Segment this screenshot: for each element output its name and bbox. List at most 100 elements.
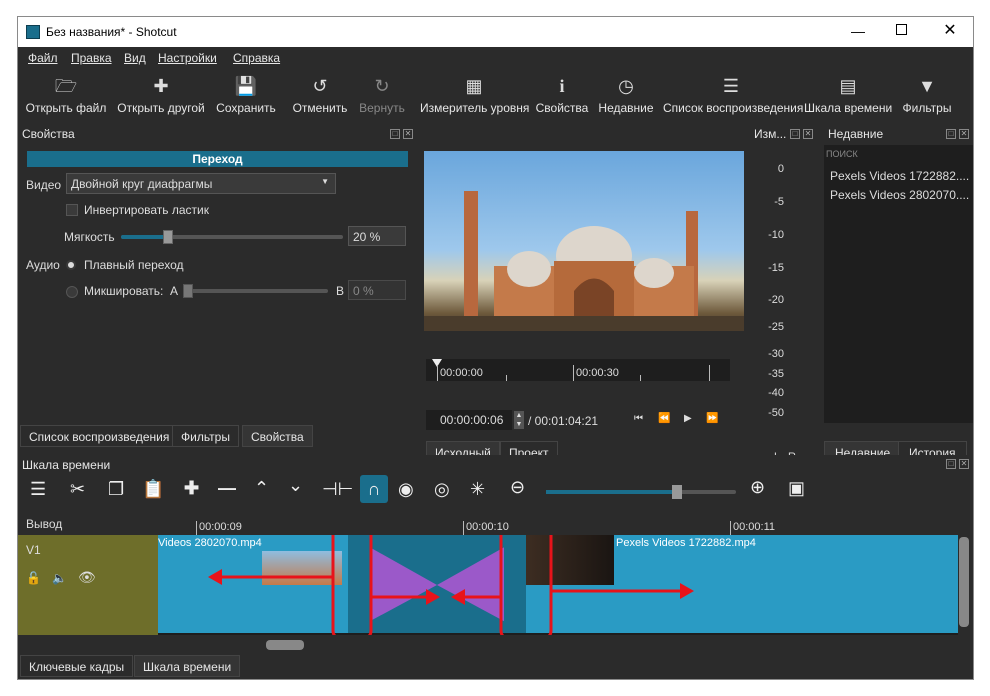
meter-scale-label: -50 <box>768 407 784 419</box>
recent-item[interactable]: Pexels Videos 1722882.... <box>830 169 969 183</box>
mix-spinbox[interactable]: 0 % <box>348 280 406 300</box>
zoom-slider-handle[interactable] <box>672 485 682 499</box>
timeline-hscrollbar[interactable] <box>158 638 958 650</box>
softness-spinbox[interactable]: 20 % <box>348 226 406 246</box>
menu-edit[interactable]: Правка <box>71 51 112 65</box>
lift-icon[interactable]: ⌃ <box>254 478 269 499</box>
menu-view[interactable]: Вид <box>124 51 146 65</box>
dock-close-icon[interactable]: ✕ <box>959 459 969 469</box>
track-v1: Videos 2802070.mp4 Pexels Videos 1722882… <box>158 535 958 635</box>
timeline-ruler[interactable]: 00:00:09 00:00:10 00:00:11 <box>158 513 958 535</box>
current-time-field[interactable]: 00:00:00:06 <box>426 410 512 430</box>
zoom-in-icon[interactable]: ⊕ <box>750 477 765 498</box>
copy-icon[interactable]: ❐ <box>108 479 124 500</box>
filters-button[interactable]: ▼ Фильтры <box>896 73 958 121</box>
timeline-button[interactable]: ▤ Шкала времени <box>804 73 892 121</box>
scrub-icon[interactable]: ◉ <box>398 479 414 500</box>
mix-radio[interactable] <box>66 286 78 298</box>
playlist-button[interactable]: ☰ Список воспроизведения <box>663 73 803 121</box>
remove-icon[interactable]: — <box>218 478 236 499</box>
mix-a-label: A <box>170 284 179 298</box>
dock-close-icon[interactable]: ✕ <box>403 129 413 139</box>
menu-icon[interactable]: ☰ <box>30 479 46 500</box>
hscroll-handle[interactable] <box>266 640 304 650</box>
rewind-button[interactable]: ⏪ <box>658 413 670 424</box>
meter-scale-label: -40 <box>768 387 784 399</box>
total-time: / 00:01:04:21 <box>528 414 599 428</box>
softness-value: 20 % <box>353 230 381 244</box>
eye-icon[interactable]: 👁 <box>78 569 96 586</box>
mute-icon[interactable]: 🔈 <box>52 571 67 585</box>
lock-icon[interactable]: 🔓 <box>26 571 41 585</box>
close-button[interactable]: ✕ <box>940 20 960 40</box>
audio-label: Аудио <box>26 258 60 272</box>
search-placeholder: поиск <box>826 149 858 159</box>
invert-checkbox[interactable] <box>66 204 78 216</box>
timeline-toolbar: ☰ ✂ ❐ 📋 ✚ — ⌃ ⌄ ⊣⊢ ∩ ◉ ◎ ✳ ⊖ ⊕ ▣ <box>18 475 973 507</box>
mosque-image <box>424 191 744 331</box>
time-spin-icon[interactable]: ▲ ▼ <box>514 411 524 429</box>
save-button[interactable]: 💾 Сохранить <box>214 73 278 121</box>
tab-properties[interactable]: Свойства <box>242 425 313 447</box>
menu-file[interactable]: Файл <box>28 51 58 65</box>
properties-title: Свойства <box>22 127 75 141</box>
zoom-slider[interactable] <box>546 485 736 499</box>
paste-icon[interactable]: 📋 <box>142 479 164 500</box>
dock-float-icon[interactable]: □ <box>390 129 400 139</box>
minimize-button[interactable]: — <box>848 23 868 39</box>
mix-slider[interactable] <box>183 284 328 298</box>
split-icon[interactable]: ⊣⊢ <box>322 479 353 500</box>
softness-slider-fill <box>121 235 169 239</box>
ruler-label-9: 00:00:09 <box>199 521 242 533</box>
mix-slider-handle[interactable] <box>183 284 193 298</box>
cut-icon[interactable]: ✂ <box>70 479 85 500</box>
fast-forward-button[interactable]: ⏩ <box>706 413 718 424</box>
open-other-icon: ✚ <box>153 76 169 96</box>
append-icon[interactable]: ✚ <box>184 478 199 499</box>
meter-scale-label: -15 <box>768 262 784 274</box>
open-file-button[interactable]: 🗁 Открыть файл <box>24 73 108 121</box>
open-other-button[interactable]: ✚ Открыть другой <box>115 73 207 121</box>
properties-button[interactable]: i Свойства <box>533 73 591 121</box>
dock-float-icon[interactable]: □ <box>946 129 956 139</box>
dock-close-icon[interactable]: ✕ <box>959 129 969 139</box>
menu-settings[interactable]: Настройки <box>158 51 217 65</box>
crossfade-radio[interactable] <box>66 260 76 270</box>
recent-button[interactable]: ◷ Недавние <box>596 73 656 121</box>
tab-playlist[interactable]: Список воспроизведения <box>20 425 179 447</box>
tab-keyframes[interactable]: Ключевые кадры <box>20 655 134 677</box>
overwrite-icon[interactable]: ⌄ <box>288 475 303 496</box>
skip-previous-button[interactable]: ⏮ <box>634 413 643 424</box>
dock-float-icon[interactable]: □ <box>946 459 956 469</box>
snap-icon[interactable]: ∩ <box>360 475 388 503</box>
list-icon: ☰ <box>722 76 740 96</box>
dock-close-icon[interactable]: ✕ <box>803 129 813 139</box>
softness-slider-handle[interactable] <box>163 230 174 244</box>
player-ruler[interactable]: 00:00:00 00:00:30 <box>426 359 730 381</box>
audio-meter-button[interactable]: ▦ Измеритель уровня <box>420 73 529 121</box>
timeline-vscrollbar[interactable] <box>958 535 970 635</box>
redo-button[interactable]: ↻ Вернуть <box>354 73 410 121</box>
zoom-fit-icon[interactable]: ▣ <box>788 478 805 499</box>
track-head-v1[interactable]: V1 🔓 🔈 👁 <box>18 535 158 635</box>
ripple-all-icon[interactable]: ✳ <box>470 479 485 500</box>
video-transition-select[interactable]: Двойной круг диафрагмы ▼ <box>66 173 336 194</box>
properties-dock: Свойства □ ✕ Переход Видео Двойной круг … <box>18 123 418 451</box>
tab-timeline[interactable]: Шкала времени <box>134 655 241 677</box>
recent-item[interactable]: Pexels Videos 2802070.... <box>830 188 969 202</box>
player-panel: 00:00:00 00:00:30 00:00:00:06 ▲ ▼ / 00:01… <box>422 123 748 463</box>
softness-slider[interactable] <box>121 230 343 244</box>
play-button[interactable]: ▶ <box>684 413 692 424</box>
app-logo-icon <box>26 25 40 39</box>
recent-search-input[interactable]: поиск Pexels Videos 1722882.... Pexels V… <box>824 145 973 423</box>
menu-help[interactable]: Справка <box>233 51 280 65</box>
ripple-icon[interactable]: ◎ <box>434 479 450 500</box>
maximize-button[interactable] <box>896 24 907 35</box>
zoom-out-icon[interactable]: ⊖ <box>510 477 525 498</box>
tab-filters[interactable]: Фильтры <box>172 425 239 447</box>
dock-float-icon[interactable]: □ <box>790 129 800 139</box>
vscroll-handle[interactable] <box>959 537 969 627</box>
ruler-label-11: 00:00:11 <box>733 521 776 533</box>
meter-scale-label: -25 <box>768 321 784 333</box>
undo-button[interactable]: ↺ Отменить <box>290 73 350 121</box>
